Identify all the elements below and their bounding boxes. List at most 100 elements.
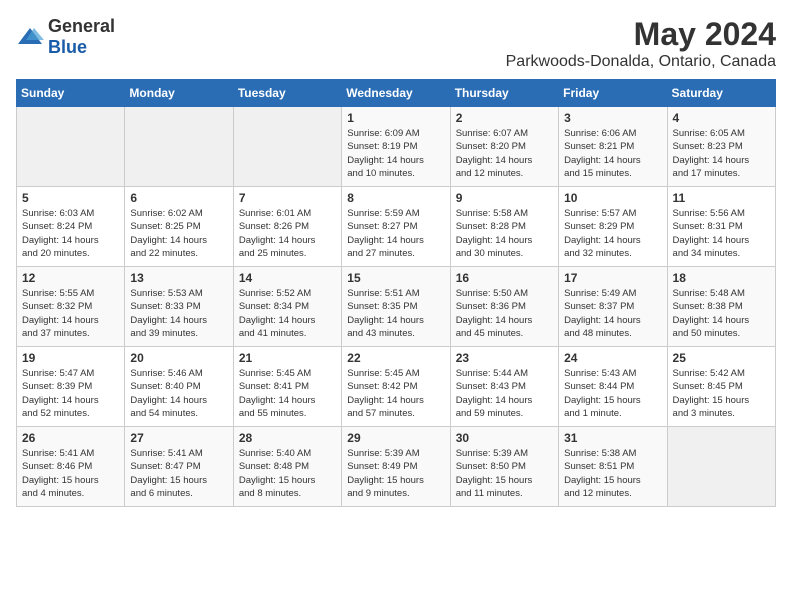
calendar-cell: 27Sunrise: 5:41 AM Sunset: 8:47 PM Dayli… bbox=[125, 427, 233, 507]
logo-text: General Blue bbox=[48, 16, 115, 58]
day-info: Sunrise: 5:48 AM Sunset: 8:38 PM Dayligh… bbox=[673, 287, 770, 340]
day-info: Sunrise: 5:43 AM Sunset: 8:44 PM Dayligh… bbox=[564, 367, 661, 420]
calendar-cell: 10 Sunrise: 5:57 AM Sunset: 8:29 PM Dayli… bbox=[559, 187, 667, 267]
header-sunday: Sunday bbox=[17, 80, 125, 107]
week-row-3: 19Sunrise: 5:47 AM Sunset: 8:39 PM Dayli… bbox=[17, 347, 776, 427]
week-row-2: 12 Sunrise: 5:55 AM Sunset: 8:32 PM Dayli… bbox=[17, 267, 776, 347]
calendar-cell: 15Sunrise: 5:51 AM Sunset: 8:35 PM Dayli… bbox=[342, 267, 450, 347]
day-number: 18 bbox=[673, 271, 770, 285]
day-number: 22 bbox=[347, 351, 444, 365]
day-number: 20 bbox=[130, 351, 227, 365]
calendar-cell: 9 Sunrise: 5:58 AM Sunset: 8:28 PM Daylig… bbox=[450, 187, 558, 267]
calendar-cell bbox=[125, 107, 233, 187]
day-number: 19 bbox=[22, 351, 119, 365]
calendar-cell: 25 Sunrise: 5:42 AM Sunset: 8:45 PM Dayli… bbox=[667, 347, 775, 427]
day-info: Sunrise: 5:49 AM Sunset: 8:37 PM Dayligh… bbox=[564, 287, 661, 340]
day-info: Sunrise: 5:45 AM Sunset: 8:41 PM Dayligh… bbox=[239, 367, 336, 420]
week-row-1: 5 Sunrise: 6:03 AM Sunset: 8:24 PM Daylig… bbox=[17, 187, 776, 267]
calendar-cell: 13 Sunrise: 5:53 AM Sunset: 8:33 PM Dayli… bbox=[125, 267, 233, 347]
calendar-cell: 2Sunrise: 6:07 AM Sunset: 8:20 PM Daylig… bbox=[450, 107, 558, 187]
calendar-cell: 22 Sunrise: 5:45 AM Sunset: 8:42 PM Dayli… bbox=[342, 347, 450, 427]
day-number: 3 bbox=[564, 111, 661, 125]
day-number: 10 bbox=[564, 191, 661, 205]
header-row: SundayMondayTuesdayWednesdayThursdayFrid… bbox=[17, 80, 776, 107]
calendar-cell bbox=[667, 427, 775, 507]
calendar-cell: 21 Sunrise: 5:45 AM Sunset: 8:41 PM Dayli… bbox=[233, 347, 341, 427]
day-info: Sunrise: 5:58 AM Sunset: 8:28 PM Dayligh… bbox=[456, 207, 553, 260]
day-number: 13 bbox=[130, 271, 227, 285]
day-info: Sunrise: 5:55 AM Sunset: 8:32 PM Dayligh… bbox=[22, 287, 119, 340]
logo: General Blue bbox=[16, 16, 115, 58]
header-tuesday: Tuesday bbox=[233, 80, 341, 107]
calendar-cell: 4 Sunrise: 6:05 AM Sunset: 8:23 PM Daylig… bbox=[667, 107, 775, 187]
day-info: Sunrise: 5:40 AM Sunset: 8:48 PM Dayligh… bbox=[239, 447, 336, 500]
day-number: 17 bbox=[564, 271, 661, 285]
calendar-cell: 29Sunrise: 5:39 AM Sunset: 8:49 PM Dayli… bbox=[342, 427, 450, 507]
day-info: Sunrise: 5:44 AM Sunset: 8:43 PM Dayligh… bbox=[456, 367, 553, 420]
header-saturday: Saturday bbox=[667, 80, 775, 107]
calendar-cell: 23 Sunrise: 5:44 AM Sunset: 8:43 PM Dayli… bbox=[450, 347, 558, 427]
day-info: Sunrise: 5:52 AM Sunset: 8:34 PM Dayligh… bbox=[239, 287, 336, 340]
calendar-cell: 28Sunrise: 5:40 AM Sunset: 8:48 PM Dayli… bbox=[233, 427, 341, 507]
title-block: May 2024 Parkwoods-Donalda, Ontario, Can… bbox=[506, 16, 776, 71]
calendar-cell: 18 Sunrise: 5:48 AM Sunset: 8:38 PM Dayli… bbox=[667, 267, 775, 347]
calendar-cell: 8Sunrise: 5:59 AM Sunset: 8:27 PM Daylig… bbox=[342, 187, 450, 267]
day-info: Sunrise: 5:57 AM Sunset: 8:29 PM Dayligh… bbox=[564, 207, 661, 260]
calendar-cell: 12 Sunrise: 5:55 AM Sunset: 8:32 PM Dayli… bbox=[17, 267, 125, 347]
day-number: 6 bbox=[130, 191, 227, 205]
day-info: Sunrise: 5:42 AM Sunset: 8:45 PM Dayligh… bbox=[673, 367, 770, 420]
header-thursday: Thursday bbox=[450, 80, 558, 107]
calendar-cell: 30Sunrise: 5:39 AM Sunset: 8:50 PM Dayli… bbox=[450, 427, 558, 507]
day-number: 12 bbox=[22, 271, 119, 285]
day-info: Sunrise: 5:50 AM Sunset: 8:36 PM Dayligh… bbox=[456, 287, 553, 340]
day-info: Sunrise: 6:09 AM Sunset: 8:19 PM Dayligh… bbox=[347, 127, 444, 180]
day-info: Sunrise: 5:53 AM Sunset: 8:33 PM Dayligh… bbox=[130, 287, 227, 340]
calendar-table: SundayMondayTuesdayWednesdayThursdayFrid… bbox=[16, 79, 776, 507]
day-info: Sunrise: 6:05 AM Sunset: 8:23 PM Dayligh… bbox=[673, 127, 770, 180]
day-number: 21 bbox=[239, 351, 336, 365]
day-number: 5 bbox=[22, 191, 119, 205]
calendar-cell: 5 Sunrise: 6:03 AM Sunset: 8:24 PM Daylig… bbox=[17, 187, 125, 267]
day-info: Sunrise: 5:41 AM Sunset: 8:46 PM Dayligh… bbox=[22, 447, 119, 500]
day-number: 23 bbox=[456, 351, 553, 365]
day-number: 26 bbox=[22, 431, 119, 445]
day-number: 9 bbox=[456, 191, 553, 205]
month-title: May 2024 bbox=[506, 16, 776, 53]
day-info: Sunrise: 6:01 AM Sunset: 8:26 PM Dayligh… bbox=[239, 207, 336, 260]
day-number: 7 bbox=[239, 191, 336, 205]
day-number: 15 bbox=[347, 271, 444, 285]
calendar-cell: 7 Sunrise: 6:01 AM Sunset: 8:26 PM Daylig… bbox=[233, 187, 341, 267]
day-info: Sunrise: 5:45 AM Sunset: 8:42 PM Dayligh… bbox=[347, 367, 444, 420]
day-number: 11 bbox=[673, 191, 770, 205]
header-monday: Monday bbox=[125, 80, 233, 107]
day-info: Sunrise: 5:38 AM Sunset: 8:51 PM Dayligh… bbox=[564, 447, 661, 500]
header-friday: Friday bbox=[559, 80, 667, 107]
calendar-cell: 31Sunrise: 5:38 AM Sunset: 8:51 PM Dayli… bbox=[559, 427, 667, 507]
calendar-cell: 20Sunrise: 5:46 AM Sunset: 8:40 PM Dayli… bbox=[125, 347, 233, 427]
week-row-0: 1 Sunrise: 6:09 AM Sunset: 8:19 PM Daylig… bbox=[17, 107, 776, 187]
calendar-cell: 16Sunrise: 5:50 AM Sunset: 8:36 PM Dayli… bbox=[450, 267, 558, 347]
day-info: Sunrise: 5:39 AM Sunset: 8:49 PM Dayligh… bbox=[347, 447, 444, 500]
calendar-cell: 6 Sunrise: 6:02 AM Sunset: 8:25 PM Daylig… bbox=[125, 187, 233, 267]
day-number: 27 bbox=[130, 431, 227, 445]
day-number: 1 bbox=[347, 111, 444, 125]
day-number: 25 bbox=[673, 351, 770, 365]
calendar-cell: 1 Sunrise: 6:09 AM Sunset: 8:19 PM Daylig… bbox=[342, 107, 450, 187]
location-title: Parkwoods-Donalda, Ontario, Canada bbox=[506, 53, 776, 71]
calendar-cell bbox=[233, 107, 341, 187]
day-info: Sunrise: 5:59 AM Sunset: 8:27 PM Dayligh… bbox=[347, 207, 444, 260]
day-info: Sunrise: 6:06 AM Sunset: 8:21 PM Dayligh… bbox=[564, 127, 661, 180]
calendar-cell bbox=[17, 107, 125, 187]
day-info: Sunrise: 5:56 AM Sunset: 8:31 PM Dayligh… bbox=[673, 207, 770, 260]
day-number: 2 bbox=[456, 111, 553, 125]
calendar-cell: 26 Sunrise: 5:41 AM Sunset: 8:46 PM Dayli… bbox=[17, 427, 125, 507]
page-header: General Blue May 2024 Parkwoods-Donalda,… bbox=[16, 16, 776, 71]
calendar-cell: 11 Sunrise: 5:56 AM Sunset: 8:31 PM Dayli… bbox=[667, 187, 775, 267]
calendar-cell: 17 Sunrise: 5:49 AM Sunset: 8:37 PM Dayli… bbox=[559, 267, 667, 347]
day-info: Sunrise: 6:03 AM Sunset: 8:24 PM Dayligh… bbox=[22, 207, 119, 260]
day-number: 4 bbox=[673, 111, 770, 125]
calendar-cell: 14 Sunrise: 5:52 AM Sunset: 8:34 PM Dayli… bbox=[233, 267, 341, 347]
day-info: Sunrise: 6:02 AM Sunset: 8:25 PM Dayligh… bbox=[130, 207, 227, 260]
day-number: 24 bbox=[564, 351, 661, 365]
day-number: 14 bbox=[239, 271, 336, 285]
